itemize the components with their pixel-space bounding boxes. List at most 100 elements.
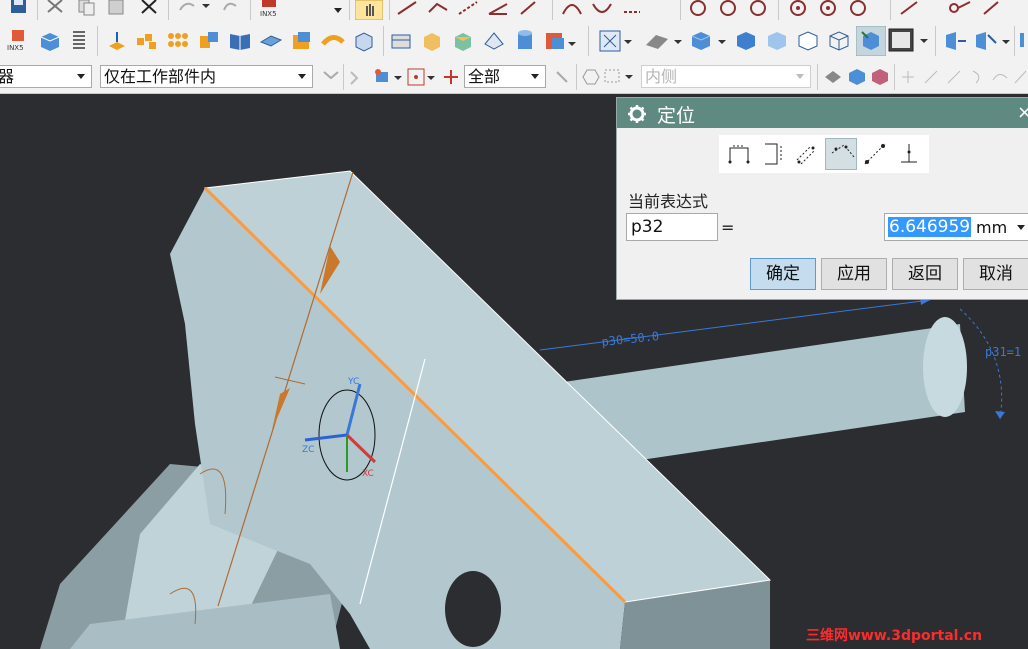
selection-bar: 器 仅在工作部件内 全部 内侧 [0, 60, 1028, 94]
prism-icon[interactable] [482, 30, 506, 52]
extrude-icon[interactable] [105, 28, 129, 54]
dimension-label-p30[interactable]: p30=50.0 [601, 329, 660, 349]
paste-icon[interactable] [106, 0, 128, 16]
circle-icon[interactable] [686, 0, 710, 18]
view-orient-icon[interactable] [642, 29, 682, 53]
book-icon[interactable] [228, 30, 252, 52]
back-button[interactable]: 返回 [892, 258, 958, 290]
rect-select-icon[interactable] [603, 67, 633, 87]
face-side-combo[interactable]: 内侧 [641, 65, 811, 88]
filter-combo[interactable]: 器 [0, 65, 92, 88]
arc2-icon[interactable] [590, 0, 614, 18]
solid-select-icon[interactable] [846, 67, 868, 87]
box-icon[interactable] [389, 30, 413, 52]
shaded-cube-icon[interactable] [764, 29, 790, 53]
block-icon[interactable] [38, 30, 62, 52]
line-point-icon[interactable] [897, 0, 921, 18]
dimension-label-p31[interactable]: p31=1 [985, 345, 1021, 359]
cube-wire-icon[interactable] [352, 30, 376, 52]
spring-icon[interactable] [69, 28, 89, 54]
iso-cube-icon[interactable] [826, 29, 852, 53]
cut-icon[interactable] [45, 0, 67, 16]
select-hand-icon[interactable] [355, 0, 383, 20]
arc-icon[interactable] [560, 0, 584, 18]
circle2-icon[interactable] [716, 0, 740, 18]
inx5-part-icon[interactable]: INX5 [6, 28, 30, 54]
snap-endpoint-icon[interactable] [899, 68, 917, 86]
angle-line-icon[interactable] [487, 0, 511, 18]
solid-cube-icon[interactable] [688, 29, 728, 53]
flange-icon[interactable] [290, 30, 314, 52]
point-icon[interactable] [553, 68, 573, 86]
snap-point-icon[interactable] [348, 68, 368, 86]
expression-name-field[interactable]: p32 [626, 213, 718, 241]
multi-block-icon[interactable] [166, 30, 190, 52]
point-circle3-icon[interactable] [846, 0, 870, 18]
inx5-icon[interactable]: INX5 [258, 0, 284, 18]
scope-combo[interactable]: 仅在工作部件内 [100, 65, 313, 88]
sheet-icon[interactable] [259, 30, 283, 52]
snap-grid-icon[interactable] [405, 66, 435, 88]
cube-icon[interactable] [733, 29, 759, 53]
bore-hole [445, 571, 501, 647]
move-icon[interactable] [942, 29, 968, 53]
assembly-icon[interactable] [197, 30, 221, 52]
circle3-icon[interactable] [746, 0, 770, 18]
dialog-header[interactable]: 定位 × [617, 98, 1028, 128]
sweep-icon[interactable] [321, 30, 345, 52]
filter-combo-value: 器 [0, 67, 15, 86]
redo-icon[interactable] [218, 0, 240, 16]
chevron-down-icon [298, 74, 306, 79]
undo-icon[interactable] [176, 0, 210, 16]
array-icon[interactable] [135, 30, 159, 52]
wire-cube-icon[interactable] [795, 29, 821, 53]
shaded-face-icon[interactable] [451, 30, 475, 52]
delete-icon[interactable] [140, 0, 160, 16]
color-block-icon[interactable] [544, 30, 576, 52]
face-icon[interactable] [420, 30, 444, 52]
cancel-button[interactable]: 取消 [963, 258, 1028, 290]
diag-line2-icon[interactable] [980, 0, 1004, 18]
snap-view-icon[interactable] [598, 29, 632, 53]
feature-select-icon[interactable] [869, 67, 891, 87]
point-circle-icon[interactable] [786, 0, 810, 18]
close-icon[interactable]: × [1017, 102, 1028, 123]
copy-icon[interactable] [76, 0, 98, 16]
horizontal-dim-icon[interactable] [723, 138, 755, 170]
vertex-snap-icon[interactable] [372, 66, 402, 88]
snap-midpoint-icon[interactable] [922, 68, 940, 86]
apply-button[interactable]: 应用 [821, 258, 887, 290]
hex-icon[interactable] [582, 67, 600, 87]
vertical-dim-icon[interactable] [757, 138, 789, 170]
more-icon[interactable] [1018, 29, 1028, 53]
cursor-snap-icon[interactable] [440, 66, 462, 88]
chevron-down-icon[interactable] [334, 8, 342, 13]
reflect-icon[interactable] [972, 29, 1012, 53]
point-onto-line-icon[interactable] [893, 138, 925, 170]
diag-line-icon[interactable] [517, 0, 541, 18]
parallel-dim-icon[interactable] [791, 138, 823, 170]
select-filter-icon[interactable] [321, 68, 341, 86]
snap-control-icon[interactable] [945, 68, 963, 86]
snap-extra-icon[interactable] [1013, 68, 1028, 86]
color-swatch-icon[interactable] [888, 28, 932, 54]
cylinder-icon[interactable] [513, 28, 537, 54]
save-icon[interactable] [9, 0, 29, 14]
expression-value-field[interactable]: 6.646959 mm [884, 213, 1028, 241]
connect-icon[interactable] [948, 0, 972, 18]
perpendicular-dim-icon[interactable] [825, 138, 857, 170]
trim-icon[interactable] [620, 0, 644, 18]
snap-tangent-icon[interactable] [991, 68, 1009, 86]
ok-button[interactable]: 确定 [750, 258, 816, 290]
dashed-line-icon[interactable] [457, 0, 481, 18]
snap-curve-icon[interactable] [968, 68, 986, 86]
body-select-icon[interactable] [822, 67, 844, 87]
type-combo[interactable]: 全部 [464, 65, 546, 88]
wcs-z-label: ZC [302, 445, 314, 455]
active-view-icon[interactable] [856, 26, 886, 56]
chevron-down-icon[interactable] [1017, 225, 1025, 230]
point-circle2-icon[interactable] [816, 0, 840, 18]
point-onto-point-icon[interactable] [859, 138, 891, 170]
line-icon[interactable] [396, 0, 420, 18]
polyline-icon[interactable] [427, 0, 451, 18]
